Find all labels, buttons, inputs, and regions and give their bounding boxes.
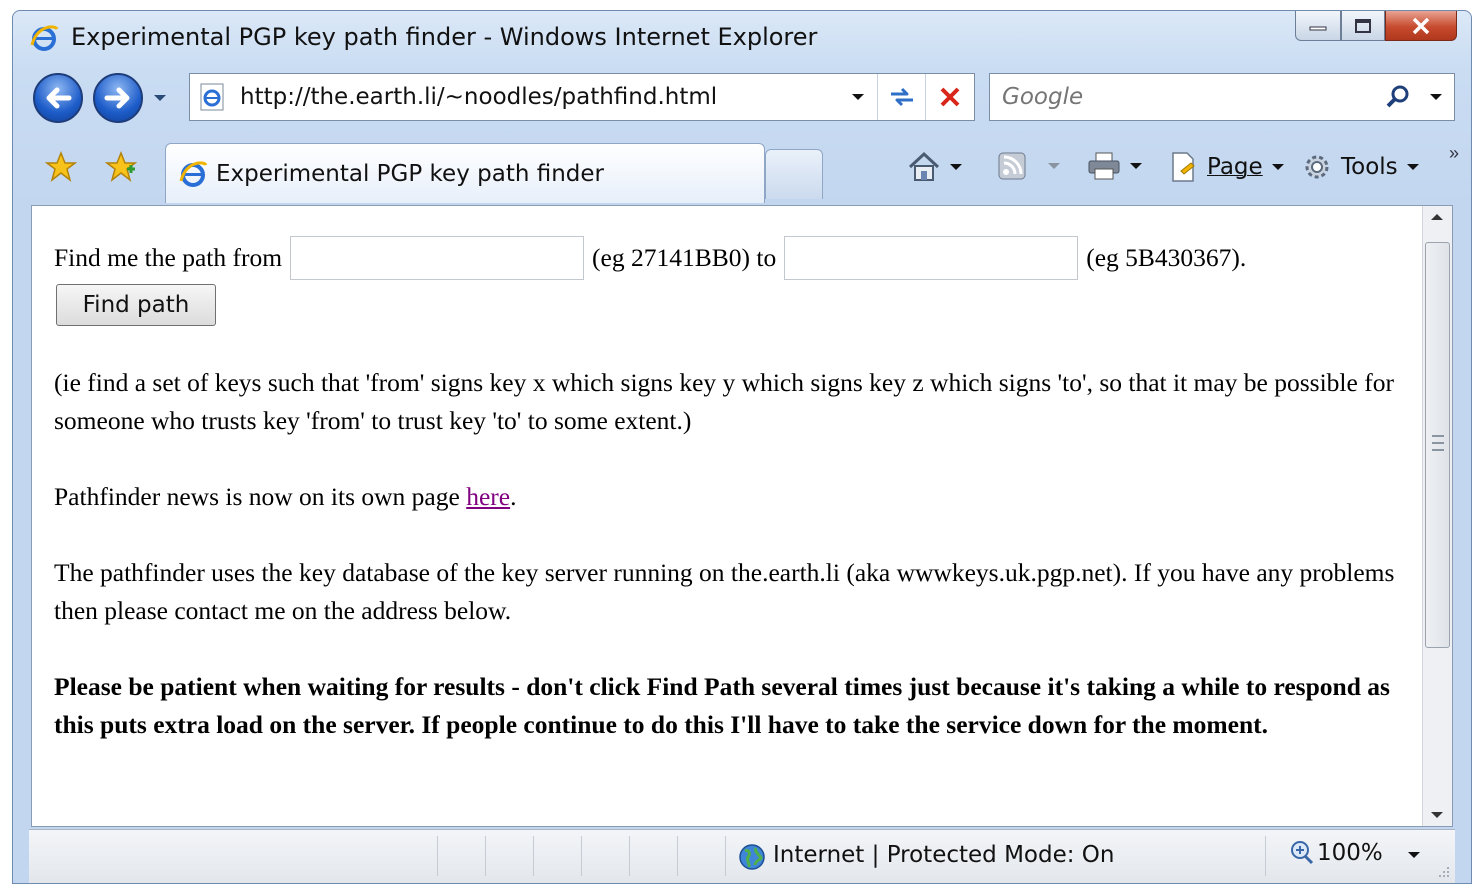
to-example-text: (eg 5B430367). [1086,243,1247,272]
status-bar: Internet | Protected Mode: On 100% [29,829,1455,883]
refresh-button[interactable] [878,74,926,120]
page-body: Find me the path from (eg 27141BB0) to (… [54,236,1414,782]
from-example-text: (eg 27141BB0) to [592,243,777,272]
print-icon [1088,152,1120,180]
status-divider [485,836,486,876]
database-info-text: The pathfinder uses the key database of … [54,558,1395,625]
path-form: Find me the path from (eg 27141BB0) to (… [54,236,1414,280]
window-title: Experimental PGP key path finder - Windo… [71,23,818,51]
patience-warning-text: Please be patient when waiting for resul… [54,672,1390,739]
address-url[interactable]: http://the.earth.li/~noodles/pathfind.ht… [240,84,838,110]
security-zone-text[interactable]: Internet | Protected Mode: On [773,842,1115,868]
browser-window: Experimental PGP key path finder - Windo… [12,10,1472,884]
favorites-star-icon[interactable] [45,151,77,183]
scroll-grip-icon [1432,435,1444,451]
zoom-icon[interactable] [1289,840,1315,866]
status-divider [629,836,630,876]
print-button[interactable] [1087,151,1143,181]
address-dropdown[interactable] [838,74,878,120]
stop-icon [940,87,960,107]
tab-label: Experimental PGP key path finder [216,160,605,187]
tab-active[interactable]: Experimental PGP key path finder [165,143,765,203]
page-content: Find me the path from (eg 27141BB0) to (… [31,205,1453,827]
search-button[interactable] [1378,84,1418,110]
explanation-text: (ie find a set of keys such that 'from' … [54,368,1394,435]
vertical-scrollbar[interactable] [1422,206,1452,826]
search-input[interactable] [1002,84,1378,110]
address-bar[interactable]: http://the.earth.li/~noodles/pathfind.ht… [189,73,975,121]
status-divider [1265,836,1266,876]
chevron-down-icon [1430,94,1442,100]
chevron-down-icon [851,94,864,100]
status-divider [533,836,534,876]
new-tab-button[interactable] [765,149,823,199]
news-link[interactable]: here [466,482,510,511]
back-button[interactable] [33,73,83,123]
search-box[interactable] [989,73,1455,121]
globe-icon [739,844,765,870]
status-divider [437,836,438,876]
ie-page-icon [200,83,224,111]
news-prefix-text: Pathfinder news is now on its own page [54,482,467,511]
minimize-icon [1309,26,1327,30]
navigation-bar: http://the.earth.li/~noodles/pathfind.ht… [13,67,1471,131]
status-divider [581,836,582,876]
title-bar: Experimental PGP key path finder - Windo… [13,11,1471,61]
maximize-icon [1355,18,1371,33]
tools-menu[interactable]: Tools [1301,151,1420,183]
recent-pages-dropdown-icon[interactable] [153,93,167,103]
find-path-button[interactable]: Find path [56,284,216,326]
maximize-button[interactable] [1341,11,1385,41]
search-icon [1386,85,1409,108]
chevron-down-icon [1271,164,1284,170]
scroll-thumb[interactable] [1425,242,1450,648]
form-prefix-text: Find me the path from [54,243,283,272]
chevron-down-icon[interactable] [1407,850,1421,860]
page-menu[interactable]: Page [1169,151,1285,183]
tab-command-bar: Experimental PGP key path finder Page To… [13,137,1471,203]
scroll-up-arrow-icon[interactable] [1430,212,1444,222]
zoom-level-text[interactable]: 100% [1317,840,1383,866]
ie-icon [179,161,208,187]
add-favorites-icon[interactable] [105,151,137,183]
forward-button[interactable] [93,73,143,123]
chevron-down-icon [1406,164,1419,170]
scroll-down-arrow-icon[interactable] [1430,810,1444,820]
resize-grip-icon[interactable] [1435,863,1451,879]
minimize-button[interactable] [1295,11,1341,41]
refresh-icon [890,87,913,107]
chevron-down-icon[interactable] [949,162,963,172]
close-button[interactable] [1385,11,1457,41]
page-icon [1172,152,1195,182]
home-button[interactable] [907,151,963,183]
chevron-down-icon[interactable] [1129,161,1143,171]
more-commands-chevron-icon[interactable]: » [1449,143,1459,164]
tools-menu-label: Tools [1341,154,1398,180]
status-divider [677,836,678,876]
tools-gear-icon [1305,155,1329,179]
stop-button[interactable] [926,74,974,120]
ie-icon [30,25,59,51]
page-menu-label: Page [1207,154,1263,180]
close-icon [1412,17,1430,34]
back-arrow-icon [46,87,72,109]
window-controls [1295,11,1457,45]
from-key-input[interactable] [290,236,585,280]
chevron-down-icon[interactable] [1047,161,1061,171]
news-paragraph: Pathfinder news is now on its own page h… [54,478,1414,516]
feeds-button[interactable] [997,151,1061,181]
home-icon [908,151,940,181]
feeds-icon [998,152,1026,180]
forward-arrow-icon [104,87,130,109]
search-options-dropdown[interactable] [1418,92,1454,102]
status-divider [725,836,726,876]
news-suffix-text: . [510,482,517,511]
to-key-input[interactable] [784,236,1079,280]
